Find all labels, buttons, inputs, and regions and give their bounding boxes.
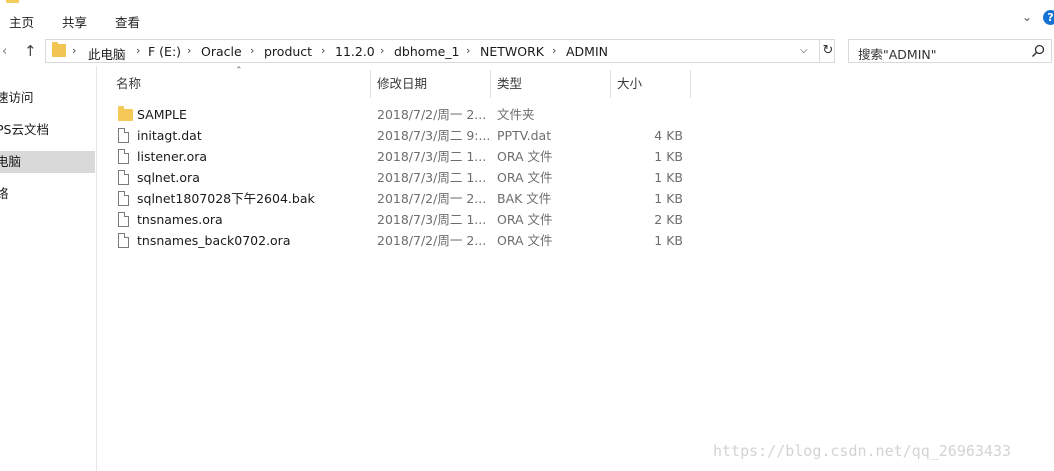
file-type: ORA 文件	[497, 212, 553, 227]
column-divider[interactable]	[610, 70, 611, 98]
sidebar-item-wps-cloud[interactable]: PS云文档	[0, 119, 95, 141]
file-size: 4 KB	[654, 128, 683, 143]
breadcrumb-separator[interactable]: ›	[250, 44, 254, 57]
file-type: 文件夹	[497, 107, 535, 122]
search-placeholder: 搜索"ADMIN"	[858, 47, 937, 62]
tab-view[interactable]: 查看	[115, 12, 140, 31]
file-date: 2018/7/3/周二 1...	[377, 212, 487, 227]
watermark-text: https://blog.csdn.net/qq_26963433	[713, 442, 1012, 460]
file-type: BAK 文件	[497, 191, 552, 206]
navigation-bar: ‹ ↑ › 此电脑 › F (E:) › Oracle › product › …	[0, 38, 1054, 66]
file-icon	[118, 128, 129, 143]
file-date: 2018/7/2/周一 2...	[377, 107, 487, 122]
breadcrumb-oracle[interactable]: Oracle	[201, 44, 242, 59]
file-icon	[118, 149, 129, 164]
file-icon	[118, 212, 129, 227]
column-header-size[interactable]: 大小	[617, 70, 642, 98]
column-divider[interactable]	[690, 70, 691, 98]
sort-ascending-icon: ⌃	[235, 66, 243, 76]
folder-icon	[6, 0, 19, 3]
sidebar-item-quick-access[interactable]: 速访问	[0, 87, 95, 109]
list-item[interactable]: sqlnet.ora 2018/7/3/周二 1... ORA 文件 1 KB	[110, 167, 710, 188]
breadcrumb-separator[interactable]: ›	[187, 44, 191, 57]
file-name: SAMPLE	[137, 107, 187, 122]
sidebar-item-label: 速访问	[0, 90, 34, 105]
breadcrumb-version[interactable]: 11.2.0	[335, 44, 375, 59]
breadcrumb-separator[interactable]: ›	[321, 44, 325, 57]
sidebar-item-this-pc[interactable]: 电脑	[0, 151, 95, 173]
chevron-right-icon[interactable]: ‹	[2, 44, 7, 59]
breadcrumb-separator[interactable]: ›	[136, 44, 140, 57]
breadcrumb-product[interactable]: product	[264, 44, 312, 59]
breadcrumb-network[interactable]: NETWORK	[480, 44, 544, 59]
search-input[interactable]: 搜索"ADMIN"	[848, 39, 1052, 63]
file-icon	[118, 191, 129, 206]
file-size: 1 KB	[654, 170, 683, 185]
list-item[interactable]: SAMPLE 2018/7/2/周一 2... 文件夹	[110, 104, 710, 125]
file-icon	[118, 170, 129, 185]
tab-home[interactable]: 主页	[9, 12, 34, 31]
breadcrumb-this-pc[interactable]: 此电脑	[88, 44, 126, 63]
tab-share[interactable]: 共享	[62, 12, 87, 31]
file-size: 2 KB	[654, 212, 683, 227]
folder-icon	[52, 42, 66, 57]
refresh-icon[interactable]: ↻	[819, 40, 836, 62]
sidebar-item-label: 络	[0, 186, 9, 201]
column-header-type[interactable]: 类型	[497, 70, 522, 98]
search-icon[interactable]	[1031, 44, 1045, 58]
file-date: 2018/7/2/周一 2...	[377, 191, 487, 206]
file-name: sqlnet1807028下午2604.bak	[137, 191, 315, 206]
file-type: PPTV.dat	[497, 128, 552, 143]
file-size: 1 KB	[654, 233, 683, 248]
file-name: initagt.dat	[137, 128, 202, 143]
ribbon: 主页 共享 查看 ⌄ ?	[0, 0, 1054, 38]
address-bar[interactable]: › 此电脑 › F (E:) › Oracle › product › 11.2…	[45, 39, 835, 63]
breadcrumb-separator[interactable]: ›	[552, 44, 556, 57]
sidebar-item-network[interactable]: 络	[0, 183, 95, 205]
sidebar-item-label: PS云文档	[0, 122, 49, 137]
list-item[interactable]: listener.ora 2018/7/3/周二 1... ORA 文件 1 K…	[110, 146, 710, 167]
chevron-down-icon[interactable]: ⌵	[800, 45, 808, 56]
chevron-down-icon[interactable]: ⌄	[1022, 10, 1032, 24]
file-type: ORA 文件	[497, 149, 553, 164]
file-name: sqlnet.ora	[137, 170, 200, 185]
file-date: 2018/7/3/周二 9:...	[377, 128, 491, 143]
arrow-up-icon[interactable]: ↑	[24, 42, 37, 60]
file-date: 2018/7/3/周二 1...	[377, 149, 487, 164]
list-item[interactable]: tnsnames_back0702.ora 2018/7/2/周一 2... O…	[110, 230, 710, 251]
file-size: 1 KB	[654, 191, 683, 206]
sidebar-item-label: 电脑	[0, 154, 22, 169]
help-icon[interactable]: ?	[1043, 10, 1054, 25]
breadcrumb-separator[interactable]: ›	[72, 44, 76, 57]
file-name: tnsnames_back0702.ora	[137, 233, 291, 248]
file-name: tnsnames.ora	[137, 212, 223, 227]
breadcrumb-dbhome[interactable]: dbhome_1	[394, 44, 460, 59]
file-type: ORA 文件	[497, 170, 553, 185]
file-name: listener.ora	[137, 149, 208, 164]
file-icon	[118, 233, 129, 248]
folder-icon	[118, 106, 133, 121]
breadcrumb-separator[interactable]: ›	[380, 44, 384, 57]
list-item[interactable]: tnsnames.ora 2018/7/3/周二 1... ORA 文件 2 K…	[110, 209, 710, 230]
column-header-name[interactable]: 名称	[116, 70, 141, 98]
navigation-pane: 速访问 PS云文档 电脑 络	[0, 66, 97, 471]
file-date: 2018/7/2/周一 2...	[377, 233, 487, 248]
breadcrumb-separator[interactable]: ›	[466, 44, 470, 57]
file-type: ORA 文件	[497, 233, 553, 248]
list-item[interactable]: sqlnet1807028下午2604.bak 2018/7/2/周一 2...…	[110, 188, 710, 209]
breadcrumb-admin[interactable]: ADMIN	[566, 44, 608, 59]
file-size: 1 KB	[654, 149, 683, 164]
column-header-date[interactable]: 修改日期	[377, 70, 427, 98]
column-divider[interactable]	[370, 70, 371, 98]
file-date: 2018/7/3/周二 1...	[377, 170, 487, 185]
breadcrumb-drive[interactable]: F (E:)	[148, 44, 181, 59]
list-item[interactable]: initagt.dat 2018/7/3/周二 9:... PPTV.dat 4…	[110, 125, 710, 146]
column-divider[interactable]	[490, 70, 491, 98]
